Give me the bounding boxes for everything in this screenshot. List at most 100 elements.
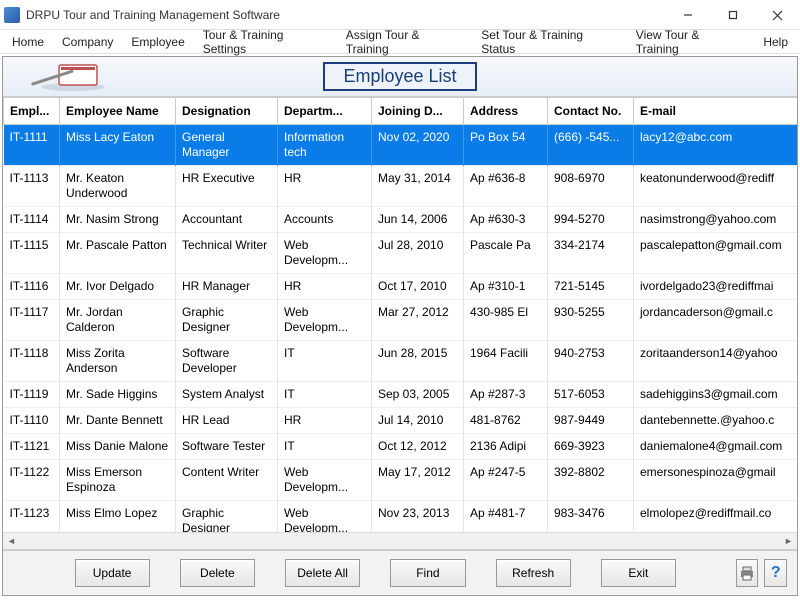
menubar: Home Company Employee Tour & Training Se…	[0, 30, 800, 54]
delete-button[interactable]: Delete	[180, 559, 255, 587]
help-icon: ?	[771, 564, 781, 582]
cell-date: Nov 02, 2020	[372, 125, 464, 166]
cell-email: keatonunderwood@rediff	[634, 166, 798, 207]
scroll-right-arrow[interactable]: ►	[780, 533, 797, 550]
cell-contact: 908-6970	[548, 166, 634, 207]
horizontal-scrollbar[interactable]: ◄ ►	[3, 532, 797, 549]
print-button[interactable]	[736, 559, 758, 587]
col-employee-name[interactable]: Employee Name	[60, 98, 176, 125]
menu-home[interactable]: Home	[4, 33, 52, 51]
table-row[interactable]: IT-1111Miss Lacy EatonGeneral ManagerInf…	[4, 125, 798, 166]
cell-addr: Ap #630-3	[464, 207, 548, 233]
cell-addr: Po Box 54	[464, 125, 548, 166]
col-email[interactable]: E-mail	[634, 98, 798, 125]
table-row[interactable]: IT-1116Mr. Ivor DelgadoHR ManagerHROct 1…	[4, 274, 798, 300]
table-row[interactable]: IT-1119Mr. Sade HigginsSystem AnalystITS…	[4, 382, 798, 408]
menu-help[interactable]: Help	[755, 33, 796, 51]
table-row[interactable]: IT-1113Mr. Keaton UnderwoodHR ExecutiveH…	[4, 166, 798, 207]
cell-email: emersonespinoza@gmail	[634, 460, 798, 501]
table-row[interactable]: IT-1123Miss Elmo LopezGraphic DesignerWe…	[4, 501, 798, 533]
cell-dept: Accounts	[278, 207, 372, 233]
cell-name: Mr. Ivor Delgado	[60, 274, 176, 300]
cell-date: Oct 12, 2012	[372, 434, 464, 460]
cell-id: IT-1121	[4, 434, 60, 460]
cell-dept: IT	[278, 434, 372, 460]
cell-dept: HR	[278, 408, 372, 434]
exit-button[interactable]: Exit	[601, 559, 676, 587]
col-address[interactable]: Address	[464, 98, 548, 125]
table-row[interactable]: IT-1115Mr. Pascale PattonTechnical Write…	[4, 233, 798, 274]
find-button[interactable]: Find	[390, 559, 465, 587]
table-row[interactable]: IT-1110Mr. Dante BennettHR LeadHRJul 14,…	[4, 408, 798, 434]
cell-date: May 31, 2014	[372, 166, 464, 207]
cell-id: IT-1117	[4, 300, 60, 341]
cell-contact: 940-2753	[548, 341, 634, 382]
col-joining-date[interactable]: Joining D...	[372, 98, 464, 125]
table-row[interactable]: IT-1114Mr. Nasim StrongAccountantAccount…	[4, 207, 798, 233]
cell-addr: Ap #310-1	[464, 274, 548, 300]
delete-all-button[interactable]: Delete All	[285, 559, 360, 587]
app-icon	[4, 7, 20, 23]
cell-addr: 1964 Facili	[464, 341, 548, 382]
cell-date: Nov 23, 2013	[372, 501, 464, 533]
table-row[interactable]: IT-1122Miss Emerson EspinozaContent Writ…	[4, 460, 798, 501]
menu-tour-settings[interactable]: Tour & Training Settings	[195, 26, 336, 58]
cell-addr: Pascale Pa	[464, 233, 548, 274]
table-row[interactable]: IT-1117Mr. Jordan CalderonGraphic Design…	[4, 300, 798, 341]
update-button[interactable]: Update	[75, 559, 150, 587]
cell-dept: HR	[278, 274, 372, 300]
col-contact[interactable]: Contact No.	[548, 98, 634, 125]
table-row[interactable]: IT-1121Miss Danie MaloneSoftware TesterI…	[4, 434, 798, 460]
cell-name: Mr. Keaton Underwood	[60, 166, 176, 207]
cell-desig: Accountant	[176, 207, 278, 233]
cell-date: Mar 27, 2012	[372, 300, 464, 341]
cell-desig: Software Tester	[176, 434, 278, 460]
cell-dept: Web Developm...	[278, 460, 372, 501]
cell-id: IT-1114	[4, 207, 60, 233]
cell-dept: Web Developm...	[278, 233, 372, 274]
cell-desig: Technical Writer	[176, 233, 278, 274]
cell-addr: Ap #247-5	[464, 460, 548, 501]
minimize-button[interactable]	[665, 0, 710, 30]
maximize-button[interactable]	[710, 0, 755, 30]
cell-id: IT-1110	[4, 408, 60, 434]
col-department[interactable]: Departm...	[278, 98, 372, 125]
cell-name: Miss Danie Malone	[60, 434, 176, 460]
col-employee-id[interactable]: Empl...	[4, 98, 60, 125]
help-button[interactable]: ?	[764, 559, 786, 587]
cell-id: IT-1119	[4, 382, 60, 408]
refresh-button[interactable]: Refresh	[496, 559, 571, 587]
cell-addr: 430-985 El	[464, 300, 548, 341]
cell-date: Oct 17, 2010	[372, 274, 464, 300]
column-header-row: Empl... Employee Name Designation Depart…	[4, 98, 798, 125]
cell-email: zoritaanderson14@yahoo	[634, 341, 798, 382]
menu-view-tour[interactable]: View Tour & Training	[628, 26, 752, 58]
cell-contact: 983-3476	[548, 501, 634, 533]
cell-id: IT-1122	[4, 460, 60, 501]
cell-contact: 930-5255	[548, 300, 634, 341]
window-title: DRPU Tour and Training Management Softwa…	[26, 8, 280, 22]
table-row[interactable]: IT-1118Miss Zorita AndersonSoftware Deve…	[4, 341, 798, 382]
cell-dept: Web Developm...	[278, 300, 372, 341]
menu-assign-tour[interactable]: Assign Tour & Training	[338, 26, 472, 58]
cell-addr: Ap #481-7	[464, 501, 548, 533]
menu-employee[interactable]: Employee	[123, 33, 192, 51]
col-designation[interactable]: Designation	[176, 98, 278, 125]
banner-icon	[21, 61, 111, 93]
window-titlebar: DRPU Tour and Training Management Softwa…	[0, 0, 800, 30]
cell-email: sadehiggins3@gmail.com	[634, 382, 798, 408]
scroll-left-arrow[interactable]: ◄	[3, 533, 20, 550]
employee-grid[interactable]: Empl... Employee Name Designation Depart…	[3, 97, 797, 532]
cell-date: Jul 28, 2010	[372, 233, 464, 274]
cell-desig: Graphic Designer	[176, 501, 278, 533]
cell-id: IT-1113	[4, 166, 60, 207]
menu-set-status[interactable]: Set Tour & Training Status	[473, 26, 626, 58]
cell-email: lacy12@abc.com	[634, 125, 798, 166]
cell-name: Miss Emerson Espinoza	[60, 460, 176, 501]
close-button[interactable]	[755, 0, 800, 30]
menu-company[interactable]: Company	[54, 33, 121, 51]
cell-id: IT-1116	[4, 274, 60, 300]
cell-dept: IT	[278, 382, 372, 408]
cell-email: ivordelgado23@rediffmai	[634, 274, 798, 300]
cell-id: IT-1111	[4, 125, 60, 166]
